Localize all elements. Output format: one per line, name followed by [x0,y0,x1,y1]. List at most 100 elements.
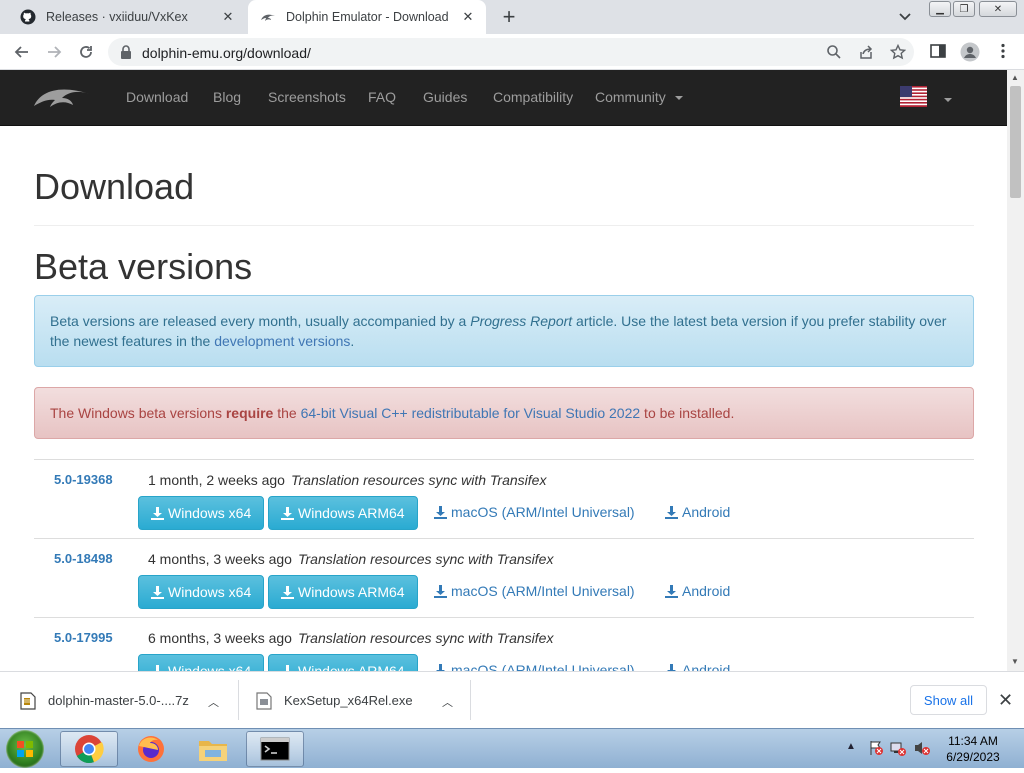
close-tab-icon[interactable]: ✕ [220,9,236,25]
download-windows-arm64-button[interactable]: Windows ARM64 [268,654,418,671]
download-icon [665,505,678,519]
divider [238,680,239,720]
lock-icon[interactable] [120,45,132,64]
github-icon [20,9,36,25]
taskbar-command-prompt[interactable] [246,731,304,767]
version-age: 6 months, 3 weeks ago Translation resourc… [148,630,553,646]
chevron-up-icon[interactable]: ︿ [442,694,453,710]
download-item[interactable]: KexSetup_x64Rel.exe ︿ [256,672,466,729]
download-android-link[interactable]: Android [665,583,730,599]
network-icon[interactable] [890,740,906,761]
nav-download[interactable]: Download [126,89,188,105]
commit-message[interactable]: Translation resources sync with Transife… [298,551,553,567]
close-tab-icon[interactable]: ✕ [460,9,476,25]
commit-message[interactable]: Translation resources sync with Transife… [291,472,546,488]
download-macos-link[interactable]: macOS (ARM/Intel Universal) [434,583,635,599]
nav-screenshots[interactable]: Screenshots [268,89,346,105]
close-window-button[interactable]: ✕ [979,1,1017,17]
development-versions-link[interactable]: development versions [214,333,350,349]
version-row: 5.0-19368 1 month, 2 weeks ago Translatio… [34,459,974,538]
nav-faq[interactable]: FAQ [368,89,396,105]
us-flag-icon[interactable] [900,86,927,107]
version-age: 4 months, 3 weeks ago Translation resourc… [148,551,553,567]
taskbar-chrome[interactable] [60,731,118,767]
download-item[interactable]: dolphin-master-5.0-....7z ︿ [20,672,235,729]
download-icon [667,663,676,671]
chrome-icon [75,735,104,764]
page-scrollbar[interactable]: ▲ ▼ [1007,70,1024,671]
version-link[interactable]: 5.0-18498 [54,551,113,566]
nav-community-label: Community [595,89,666,105]
link-label: Android [682,583,731,599]
danger-text: The Windows beta versions [50,405,226,421]
nav-community[interactable]: Community [595,89,683,105]
tab-releases[interactable]: Releases · vxiiduu/VxKex ✕ [8,0,246,34]
close-shelf-icon[interactable]: ✕ [998,690,1013,711]
menu-kebab-icon[interactable] [994,42,1012,60]
link-label: macOS (ARM/Intel Universal) [451,504,635,520]
file-explorer-icon [199,741,227,761]
download-windows-arm64-button[interactable]: Windows ARM64 [268,496,418,530]
restore-button[interactable]: ❐ [953,1,975,17]
action-center-flag-icon[interactable] [868,740,884,761]
chevron-up-icon[interactable]: ︿ [208,694,219,710]
show-all-button[interactable]: Show all [910,685,987,715]
download-windows-arm64-button[interactable]: Windows ARM64 [268,575,418,609]
scroll-up-icon[interactable]: ▲ [1011,73,1019,82]
download-windows-x64-button[interactable]: Windows x64 [138,496,265,530]
download-android-link[interactable]: Android [665,662,730,671]
minimize-button[interactable]: ▁ [929,1,951,17]
version-link[interactable]: 5.0-17995 [54,630,113,645]
page-title: Download [34,166,195,207]
page-viewport[interactable]: Download Blog Screenshots FAQ Guides Com… [0,70,1007,671]
profile-avatar-icon[interactable] [960,42,980,62]
tab-search-icon[interactable] [896,8,914,26]
divider [34,225,974,226]
caret-down-icon [674,96,683,101]
back-icon[interactable] [12,42,32,62]
language-caret-icon[interactable] [944,98,952,102]
download-icon [436,663,445,671]
button-label: Windows ARM64 [298,663,405,671]
scroll-down-icon[interactable]: ▼ [1011,657,1019,666]
address-bar[interactable]: dolphin-emu.org/download/ [108,38,914,66]
nav-blog[interactable]: Blog [213,89,241,105]
taskbar-file-explorer[interactable] [184,731,242,767]
dolphin-logo-icon[interactable] [32,82,92,117]
link-label: Android [682,662,731,671]
show-hidden-icons[interactable]: ▲ [846,741,856,752]
start-button[interactable] [6,730,44,768]
download-macos-link[interactable]: macOS (ARM/Intel Universal) [434,662,635,671]
taskbar-clock[interactable]: 11:34 AM 6/29/2023 [938,733,1008,765]
downloads-shelf: dolphin-master-5.0-....7z ︿ KexSetup_x64… [0,671,1024,728]
download-android-link[interactable]: Android [665,504,730,520]
side-panel-icon[interactable] [929,42,947,60]
link-label: macOS (ARM/Intel Universal) [451,583,635,599]
link-label: Android [682,504,731,520]
section-title: Beta versions [34,246,253,287]
taskbar-firefox[interactable] [122,731,180,767]
download-windows-x64-button[interactable]: Windows x64 [138,654,265,671]
url-text[interactable]: dolphin-emu.org/download/ [142,45,311,61]
forward-icon[interactable] [44,42,64,62]
bookmark-star-icon[interactable] [889,43,907,60]
download-windows-x64-button[interactable]: Windows x64 [138,575,265,609]
nav-guides[interactable]: Guides [423,89,467,105]
vc-redist-link[interactable]: 64-bit Visual C++ redistributable for Vi… [301,405,641,421]
download-icon [665,584,678,598]
reload-icon[interactable] [76,42,96,62]
download-icon [281,585,294,599]
new-tab-button[interactable]: + [498,6,520,29]
scrollbar-thumb[interactable] [1010,86,1021,198]
volume-muted-icon[interactable] [914,740,930,761]
download-macos-link[interactable]: macOS (ARM/Intel Universal) [434,504,635,520]
info-text: Beta versions are released every month, … [50,313,471,329]
commit-message[interactable]: Translation resources sync with Transife… [298,630,553,646]
share-icon[interactable] [858,44,874,60]
require-text: require [225,405,274,421]
download-icon [281,506,294,520]
tab-dolphin-download[interactable]: Dolphin Emulator - Download ✕ [248,0,486,34]
version-link[interactable]: 5.0-19368 [54,472,113,487]
search-icon[interactable] [826,44,842,60]
nav-compatibility[interactable]: Compatibility [493,89,573,105]
